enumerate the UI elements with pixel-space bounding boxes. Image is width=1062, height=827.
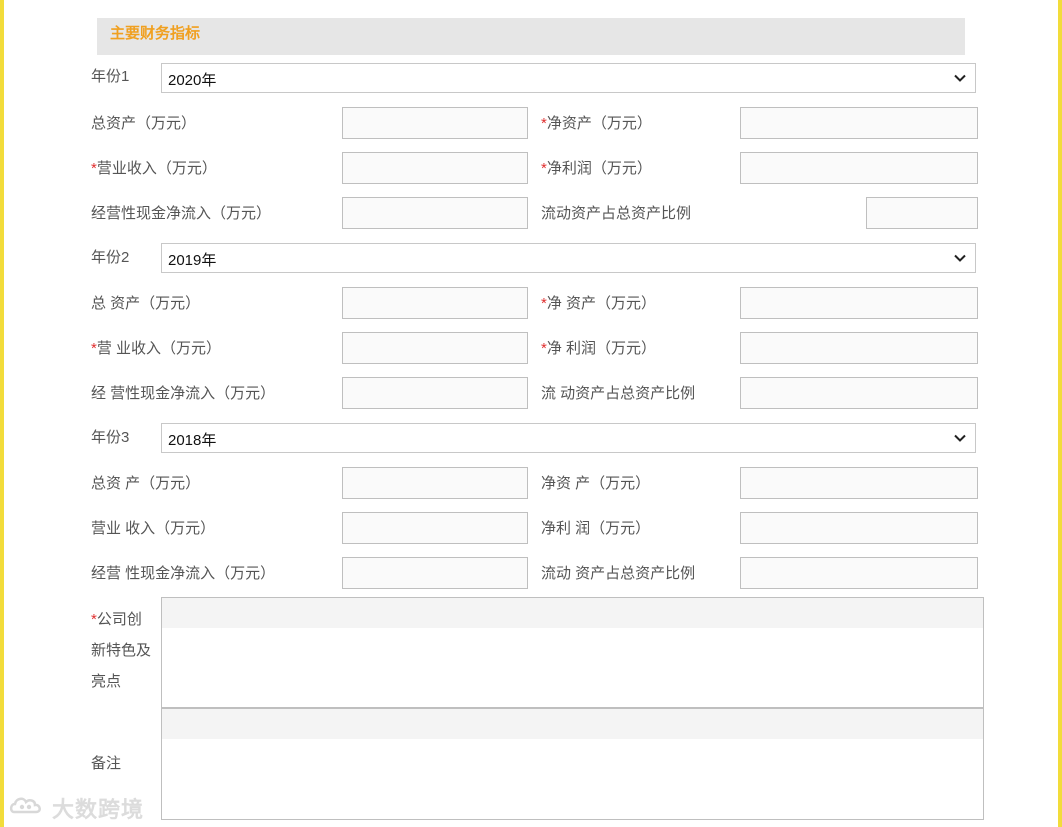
year2-revenue-input[interactable] <box>342 332 528 364</box>
page-frame-right <box>1058 0 1062 827</box>
year3-select[interactable]: 2018年 <box>161 423 976 453</box>
year2-select-value: 2019年 <box>168 252 217 269</box>
year2-cash-flow-input[interactable] <box>342 377 528 409</box>
remarks-label: 备注 <box>91 755 122 772</box>
chevron-down-icon <box>954 254 966 262</box>
year3-total-assets-label: 总资 产（万元） <box>91 475 201 492</box>
year1-current-ratio-label: 流动资产占总资产比例 <box>541 205 692 222</box>
year1-net-profit-label: *净利润（万元） <box>541 160 652 177</box>
year2-cash-flow-label: 经 营性现金净流入（万元） <box>91 385 276 402</box>
year2-net-profit-input[interactable] <box>740 332 978 364</box>
year3-net-assets-input[interactable] <box>740 467 978 499</box>
year1-label: 年份1 <box>91 68 130 85</box>
year3-net-profit-label: 净利 润（万元） <box>541 520 651 537</box>
year1-net-profit-input[interactable] <box>740 152 978 184</box>
year2-total-assets-label: 总 资产（万元） <box>91 295 201 312</box>
innovation-label: *公司创 新特色及 亮点 <box>91 611 152 690</box>
cloud-logo-icon <box>9 797 41 814</box>
year1-total-assets-input[interactable] <box>342 107 528 139</box>
year2-net-assets-label: *净 资产（万元） <box>541 295 657 312</box>
year2-current-ratio-label: 流 动资产占总资产比例 <box>541 385 696 402</box>
year2-select[interactable]: 2019年 <box>161 243 976 273</box>
innovation-textarea[interactable] <box>161 597 984 708</box>
year1-cash-flow-input[interactable] <box>342 197 528 229</box>
year3-revenue-input[interactable] <box>342 512 528 544</box>
page-frame-left <box>0 0 4 827</box>
section-title: 主要财务指标 <box>110 25 201 42</box>
year3-net-profit-input[interactable] <box>740 512 978 544</box>
year3-cash-flow-label: 经营 性现金净流入（万元） <box>91 565 276 582</box>
year3-current-ratio-input[interactable] <box>740 557 978 589</box>
year3-total-assets-input[interactable] <box>342 467 528 499</box>
year1-revenue-label: *营业收入（万元） <box>91 160 217 177</box>
chevron-down-icon <box>954 434 966 442</box>
year1-select[interactable]: 2020年 <box>161 63 976 93</box>
remarks-textarea[interactable] <box>161 708 984 820</box>
year1-current-ratio-input[interactable] <box>866 197 978 229</box>
year3-select-value: 2018年 <box>168 432 217 449</box>
year3-cash-flow-input[interactable] <box>342 557 528 589</box>
watermark-text: 大数跨境 <box>52 797 145 822</box>
year3-label: 年份3 <box>91 429 130 446</box>
year2-net-profit-label: *净 利润（万元） <box>541 340 657 357</box>
year3-current-ratio-label: 流动 资产占总资产比例 <box>541 565 696 582</box>
year1-net-assets-input[interactable] <box>740 107 978 139</box>
year1-select-value: 2020年 <box>168 72 217 89</box>
year3-revenue-label: 营业 收入（万元） <box>91 520 216 537</box>
year1-net-assets-label: *净资产（万元） <box>541 115 652 132</box>
year1-revenue-input[interactable] <box>342 152 528 184</box>
year1-cash-flow-label: 经营性现金净流入（万元） <box>91 205 272 222</box>
year2-label: 年份2 <box>91 249 130 266</box>
year3-net-assets-label: 净资 产（万元） <box>541 475 651 492</box>
year2-net-assets-input[interactable] <box>740 287 978 319</box>
year2-revenue-label: *营 业收入（万元） <box>91 340 222 357</box>
section-header: 主要财务指标 <box>97 18 965 55</box>
year2-current-ratio-input[interactable] <box>740 377 978 409</box>
year2-total-assets-input[interactable] <box>342 287 528 319</box>
chevron-down-icon <box>954 74 966 82</box>
year1-total-assets-label: 总资产（万元） <box>91 115 197 132</box>
